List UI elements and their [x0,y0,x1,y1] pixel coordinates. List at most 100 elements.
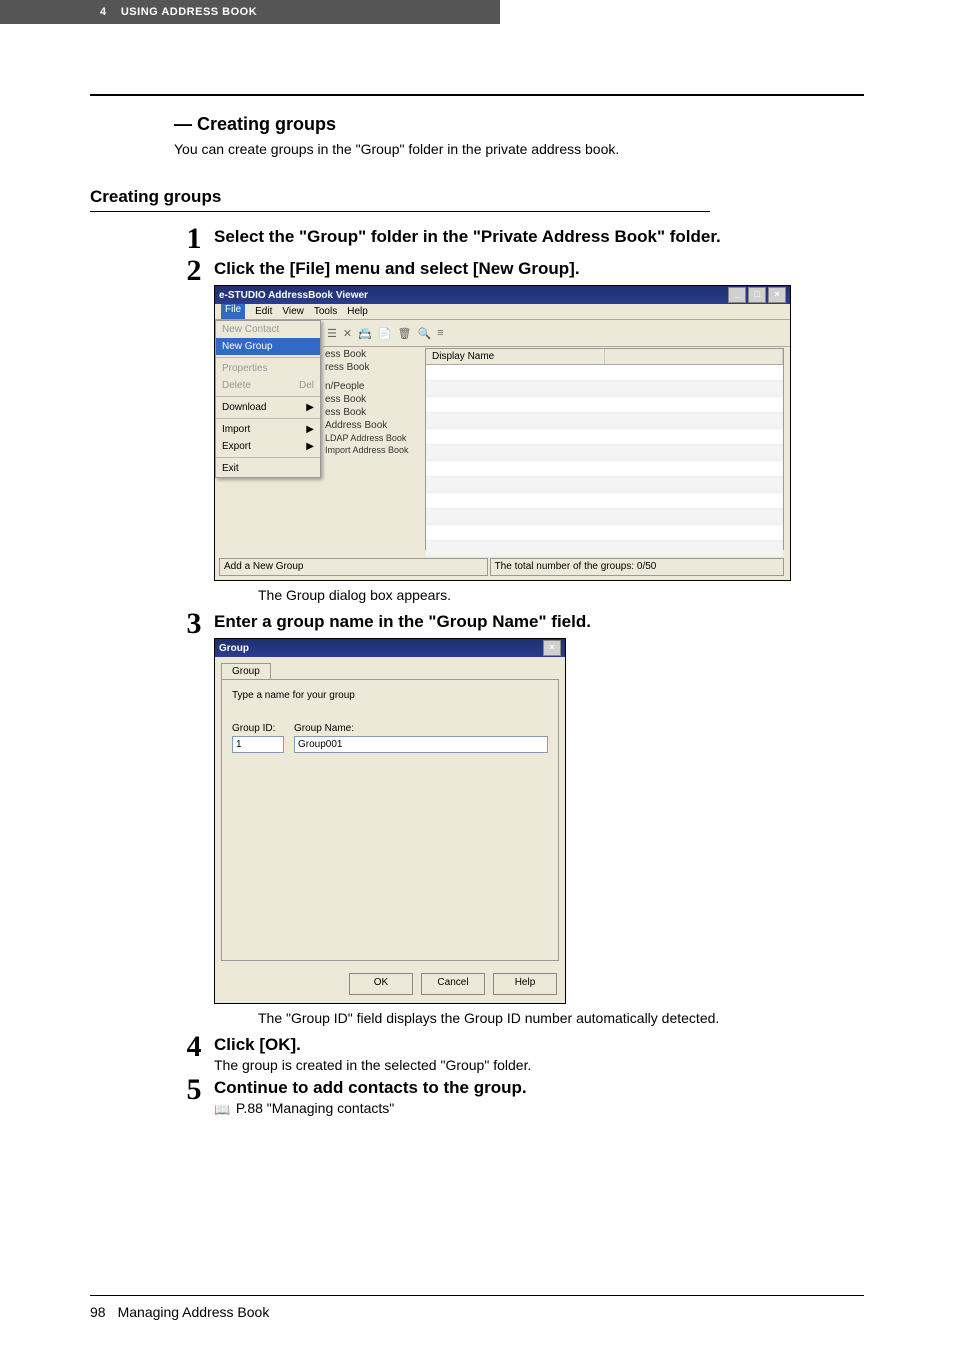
menu-properties: Properties [216,360,320,377]
step-4-text: The group is created in the selected "Gr… [214,1057,864,1073]
column-2[interactable] [605,349,784,364]
step-2-title: Click the [File] menu and select [New Gr… [214,259,864,279]
tree-item[interactable]: LDAP Address Book [325,432,415,444]
column-display-name[interactable]: Display Name [426,349,605,364]
list-row [426,461,783,477]
page-footer: 98 Managing Address Book [90,1295,864,1320]
menu-help[interactable]: Help [347,306,368,317]
file-dropdown: New Contact New Group Properties DeleteD… [215,320,321,478]
group-name-label: Group Name: [294,723,548,734]
toolbar-icon[interactable]: ✕ [343,327,352,340]
tree-item[interactable]: ress Book [325,361,415,374]
maximize-icon[interactable]: □ [748,287,766,303]
tree-item[interactable]: n/People [325,380,415,393]
chapter-number: 4 [100,6,107,18]
tree-item[interactable]: ess Book [325,393,415,406]
step-3: 3 Enter a group name in the "Group Name"… [174,609,864,1030]
close-icon[interactable]: × [768,287,786,303]
footer-title: Managing Address Book [118,1304,270,1320]
list-row [426,509,783,525]
step-3-title: Enter a group name in the "Group Name" f… [214,612,864,632]
list-row [426,493,783,509]
tree-item[interactable]: ess Book [325,348,415,361]
step-3-caption: The "Group ID" field displays the Group … [258,1010,864,1026]
group-dialog: Group × Group Type a name for your group… [214,638,566,1004]
list-row [426,525,783,541]
menu-view[interactable]: View [282,306,304,317]
section-description: You can create groups in the "Group" fol… [174,141,864,157]
tree-item[interactable]: Address Book [325,419,415,432]
group-id-label: Group ID: [232,723,284,734]
divider-sub [90,211,710,212]
dialog-title-text: Group [219,643,249,654]
dialog-panel: Type a name for your group Group ID: Gro… [221,679,559,961]
step-5-title: Continue to add contacts to the group. [214,1078,864,1098]
step-4-number: 4 [174,1032,214,1062]
toolbar-icon[interactable]: 🔍 [417,327,431,340]
dialog-instruction: Type a name for your group [232,690,548,701]
group-id-field[interactable] [232,736,284,753]
menu-file[interactable]: File [221,304,245,319]
list-row [426,445,783,461]
tab-group[interactable]: Group [221,663,271,679]
chapter-header: 4 USING ADDRESS BOOK [0,0,500,24]
step-4: 4 Click [OK]. The group is created in th… [174,1032,864,1073]
step-1-number: 1 [174,224,214,254]
chevron-right-icon: ▶ [306,402,314,413]
status-left: Add a New Group [219,558,488,576]
tree-panel: ess Book ress Book n/People ess Book ess… [325,348,415,456]
step-1-title: Select the "Group" folder in the "Privat… [214,227,864,247]
tree-item[interactable]: Import Address Book [325,444,415,456]
tree-item[interactable]: ess Book [325,406,415,419]
chevron-right-icon: ▶ [306,441,314,452]
toolbar-icon[interactable]: 📄 [378,327,392,340]
menu-edit[interactable]: Edit [255,306,272,317]
menu-new-contact: New Contact [216,321,320,338]
menubar: File Edit View Tools Help [215,304,790,320]
menu-delete: DeleteDel [216,377,320,394]
chapter-title: USING ADDRESS BOOK [121,6,257,18]
minimize-icon[interactable]: _ [728,287,746,303]
step-5-reference: 📖 P.88 "Managing contacts" [214,1100,864,1117]
list-row [426,397,783,413]
book-icon: 📖 [214,1103,230,1117]
page-number: 98 [90,1304,106,1320]
toolbar-icon[interactable]: 🗑 [398,327,412,340]
status-bar: Add a New Group The total number of the … [219,558,786,576]
step-2-number: 2 [174,256,214,286]
menu-export[interactable]: Export▶ [216,438,320,455]
list-row [426,413,783,429]
step-5-number: 5 [174,1075,214,1105]
menu-import[interactable]: Import▶ [216,421,320,438]
dialog-titlebar: Group × [215,639,565,657]
list-row [426,365,783,381]
toolbar-icon[interactable]: ≡ [437,327,443,339]
section-title: — Creating groups [174,114,864,135]
toolbar-icon[interactable]: 📇 [358,327,372,340]
titlebar-text: e-STUDIO AddressBook Viewer [219,290,368,301]
toolbar: ☰ ✕ 📇 📄 🗑 🔍 ≡ [323,320,790,347]
step-2-caption: The Group dialog box appears. [258,587,864,603]
list-panel: Display Name [425,348,784,550]
list-row [426,477,783,493]
toolbar-icon[interactable]: ☰ [327,327,337,340]
close-icon[interactable]: × [543,640,561,656]
menu-new-group[interactable]: New Group [216,338,320,355]
list-row [426,381,783,397]
step-1: 1 Select the "Group" folder in the "Priv… [174,224,864,254]
titlebar: e-STUDIO AddressBook Viewer _ □ × [215,286,790,304]
menu-download[interactable]: Download▶ [216,399,320,416]
step-4-title: Click [OK]. [214,1035,864,1055]
group-name-field[interactable] [294,736,548,753]
menu-tools[interactable]: Tools [314,306,337,317]
list-row [426,541,783,557]
ok-button[interactable]: OK [349,973,413,995]
divider-top [90,94,864,96]
step-2: 2 Click the [File] menu and select [New … [174,256,864,607]
list-header: Display Name [426,349,783,365]
cancel-button[interactable]: Cancel [421,973,485,995]
menu-exit[interactable]: Exit [216,460,320,477]
app-window: e-STUDIO AddressBook Viewer _ □ × File E… [214,285,791,581]
help-button[interactable]: Help [493,973,557,995]
reference-text: P.88 "Managing contacts" [236,1100,394,1116]
